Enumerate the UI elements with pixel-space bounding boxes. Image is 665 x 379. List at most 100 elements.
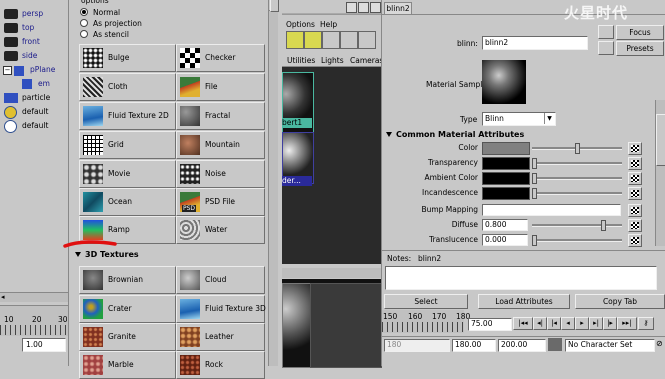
time-slider[interactable]: 10 20 30 1.00	[0, 305, 68, 366]
radio-stencil[interactable]	[80, 30, 88, 38]
outliner-item-side[interactable]: side	[22, 50, 37, 62]
bulge-button[interactable]: Bulge	[79, 44, 176, 72]
tab-cameras[interactable]: Cameras	[350, 56, 383, 65]
brownian-button[interactable]: Brownian	[79, 266, 176, 294]
character-set-dropdown[interactable]: No Character Set	[565, 339, 655, 352]
slider-knob[interactable]	[532, 235, 537, 246]
map-button[interactable]	[628, 187, 642, 200]
granite-button[interactable]: Granite	[79, 323, 176, 351]
section-3d-textures[interactable]: 3D Textures	[75, 250, 139, 259]
outliner-scrollbar[interactable]: ◂	[0, 292, 68, 302]
outliner-item-default1[interactable]: default	[22, 106, 48, 118]
translucence-slider[interactable]	[532, 235, 622, 246]
step-forward-icon[interactable]: ▸|	[589, 317, 603, 330]
step-forward-key-icon[interactable]: |▸	[603, 317, 617, 330]
section-common-material[interactable]: Common Material Attributes	[386, 130, 524, 139]
material-node[interactable]	[310, 283, 382, 368]
notes-textarea[interactable]	[385, 266, 657, 290]
graph-toolbar-icon[interactable]	[304, 31, 322, 49]
outliner-item-top[interactable]: top	[22, 22, 34, 34]
slider-knob[interactable]	[575, 143, 580, 154]
psd-file-button[interactable]: PSD PSD File	[176, 188, 265, 216]
slider-knob[interactable]	[600, 220, 606, 231]
outliner-item-emitter[interactable]: em	[38, 78, 50, 90]
tab-lights[interactable]: Lights	[321, 56, 344, 65]
cloth-button[interactable]: Cloth	[79, 73, 176, 101]
go-to-output-icon[interactable]	[598, 41, 614, 55]
slider-knob[interactable]	[532, 173, 537, 184]
bump-field[interactable]	[482, 204, 621, 216]
range-end-field[interactable]: 200.00	[498, 339, 546, 352]
menu-options[interactable]: Options	[286, 20, 315, 29]
color-swatch[interactable]	[482, 157, 530, 170]
map-button[interactable]	[628, 234, 642, 247]
go-to-end-icon[interactable]: ▸▸|	[617, 317, 637, 330]
water-button[interactable]: Water	[176, 216, 265, 244]
fluid-texture-3d-button[interactable]: Fluid Texture 3D	[176, 295, 266, 323]
incandescence-slider[interactable]	[532, 188, 622, 199]
outliner-item-front[interactable]: front	[22, 36, 40, 48]
graph-toolbar-icon[interactable]	[358, 31, 376, 49]
range-start-field[interactable]: 180.00	[452, 339, 496, 352]
auto-key-icon[interactable]: ⊘	[656, 339, 663, 348]
outliner-item-persp[interactable]: persp	[22, 8, 43, 20]
step-back-icon[interactable]: |◂	[547, 317, 561, 330]
rock-button[interactable]: Rock	[176, 351, 265, 379]
step-back-key-icon[interactable]: ◂|	[533, 317, 547, 330]
outliner-item-particle[interactable]: particle	[22, 92, 50, 104]
window-icon[interactable]	[346, 2, 357, 13]
diffuse-field[interactable]: 0.800	[482, 219, 528, 231]
ambient-slider[interactable]	[532, 173, 622, 184]
graph-toolbar-icon[interactable]	[286, 31, 304, 49]
window-icon[interactable]	[370, 2, 381, 13]
checker-button[interactable]: Checker	[176, 44, 265, 72]
fractal-button[interactable]: Fractal	[176, 102, 265, 130]
graph-toolbar-icon[interactable]	[340, 31, 358, 49]
map-button[interactable]	[628, 204, 642, 217]
outliner-item-default2[interactable]: default	[22, 120, 48, 132]
play-forward-icon[interactable]: ▸	[575, 317, 589, 330]
time-ruler[interactable]: 10 20 30	[0, 305, 68, 336]
movie-button[interactable]: Movie	[79, 160, 176, 188]
range-bar[interactable]	[548, 338, 562, 351]
swatch-area-scrollbar[interactable]	[282, 268, 381, 278]
time-start-field[interactable]: 1.00	[22, 338, 66, 352]
play-backward-icon[interactable]: ◂	[561, 317, 575, 330]
noise-button[interactable]: Noise	[176, 160, 265, 188]
go-to-start-icon[interactable]: |◂◂	[513, 317, 533, 330]
create-panel-scrollbar[interactable]	[268, 0, 279, 366]
cloud-button[interactable]: Cloud	[176, 266, 265, 294]
load-attributes-button[interactable]: Load Attributes	[478, 294, 570, 309]
leather-button[interactable]: Leather	[176, 323, 265, 351]
attr-scrollbar[interactable]	[655, 100, 665, 246]
ocean-button[interactable]: Ocean	[79, 188, 176, 216]
pick-icon[interactable]	[598, 25, 614, 39]
color-swatch[interactable]	[482, 187, 530, 200]
hypershade-swatch-area[interactable]: bert1 der...	[282, 67, 381, 264]
marble-button[interactable]: Marble	[79, 351, 176, 379]
radio-normal[interactable]	[80, 8, 88, 16]
menu-help[interactable]: Help	[320, 20, 337, 29]
work-area[interactable]	[282, 279, 382, 368]
color-swatch[interactable]	[482, 142, 530, 155]
presets-button[interactable]: Presets	[616, 41, 664, 56]
select-button[interactable]: Select	[384, 294, 468, 309]
copy-tab-button[interactable]: Copy Tab	[575, 294, 665, 309]
grid-button[interactable]: Grid	[79, 131, 176, 159]
map-button[interactable]	[628, 219, 642, 232]
map-button[interactable]	[628, 172, 642, 185]
window-icon[interactable]	[358, 2, 369, 13]
key-icon[interactable]: ⚷	[638, 317, 654, 330]
playback-ruler[interactable]: 150 160 170 180	[382, 310, 470, 333]
collapse-toggle[interactable]: −	[3, 66, 12, 75]
playback-start-field[interactable]: 180	[384, 339, 450, 352]
scroll-thumb[interactable]	[270, 0, 279, 12]
scroll-thumb[interactable]	[656, 114, 665, 166]
slider-knob[interactable]	[532, 188, 537, 199]
node-name-field[interactable]: blinn2	[482, 36, 588, 50]
graph-toolbar-icon[interactable]	[322, 31, 340, 49]
map-button[interactable]	[628, 157, 642, 170]
fluid-texture-2d-button[interactable]: Fluid Texture 2D	[79, 102, 176, 130]
outliner-item-pplane[interactable]: pPlane	[30, 64, 55, 76]
file-button[interactable]: File	[176, 73, 265, 101]
